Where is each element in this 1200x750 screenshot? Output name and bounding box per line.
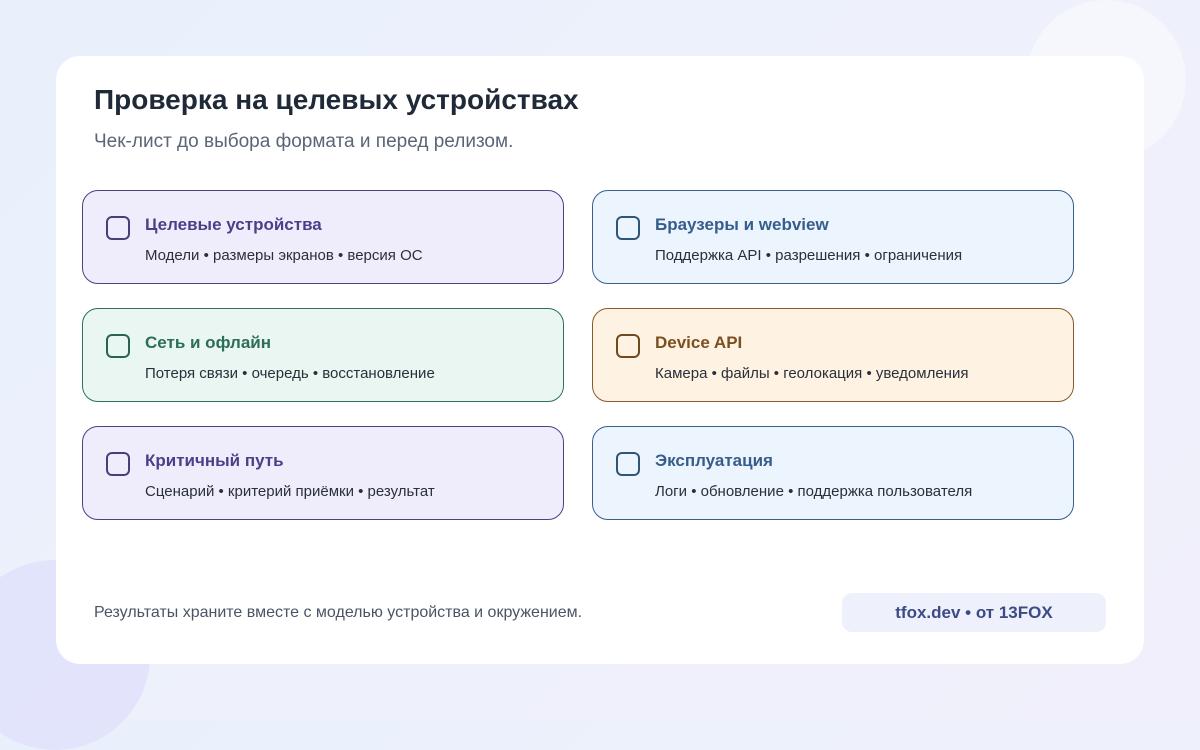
checkbox[interactable] xyxy=(106,216,130,240)
brand-label: tfox.dev • от 13FOX xyxy=(895,602,1053,622)
checklist-item-operations[interactable]: Эксплуатация Логи • обновление • поддерж… xyxy=(592,426,1074,520)
checklist-item-title: Сеть и офлайн xyxy=(145,333,271,352)
checkbox[interactable] xyxy=(616,334,640,358)
checklist-item-description: Логи • обновление • поддержка пользовате… xyxy=(655,483,973,500)
page-title: Проверка на целевых устройствах xyxy=(94,84,579,115)
checklist-item-description: Камера • файлы • геолокация • уведомлени… xyxy=(655,365,969,382)
checkbox[interactable] xyxy=(616,452,640,476)
checklist-item-browsers-webview[interactable]: Браузеры и webview Поддержка API • разре… xyxy=(592,190,1074,284)
brand-badge: tfox.dev • от 13FOX xyxy=(842,593,1106,632)
checklist-item-description: Сценарий • критерий приёмки • результат xyxy=(145,483,435,500)
checklist-item-title: Эксплуатация xyxy=(655,451,773,470)
checklist-card: Проверка на целевых устройствах Чек-лист… xyxy=(56,56,1144,664)
checklist-item-title: Браузеры и webview xyxy=(655,215,829,234)
checkbox[interactable] xyxy=(616,216,640,240)
checklist-item-description: Модели • размеры экранов • версия ОС xyxy=(145,247,423,264)
checklist-item-target-devices[interactable]: Целевые устройства Модели • размеры экра… xyxy=(82,190,564,284)
checklist-item-description: Потеря связи • очередь • восстановление xyxy=(145,365,435,382)
checklist-item-title: Критичный путь xyxy=(145,451,284,470)
checklist-item-title: Целевые устройства xyxy=(145,215,322,234)
footer-note: Результаты храните вместе с моделью устр… xyxy=(94,604,583,621)
checklist-item-device-api[interactable]: Device API Камера • файлы • геолокация •… xyxy=(592,308,1074,402)
checklist-item-description: Поддержка API • разрешения • ограничения xyxy=(655,247,963,264)
checklist-item-network-offline[interactable]: Сеть и офлайн Потеря связи • очередь • в… xyxy=(82,308,564,402)
checklist-item-title: Device API xyxy=(655,333,743,352)
checklist-item-critical-path[interactable]: Критичный путь Сценарий • критерий приём… xyxy=(82,426,564,520)
page-subtitle: Чек-лист до выбора формата и перед релиз… xyxy=(94,131,514,152)
checkbox[interactable] xyxy=(106,334,130,358)
checkbox[interactable] xyxy=(106,452,130,476)
